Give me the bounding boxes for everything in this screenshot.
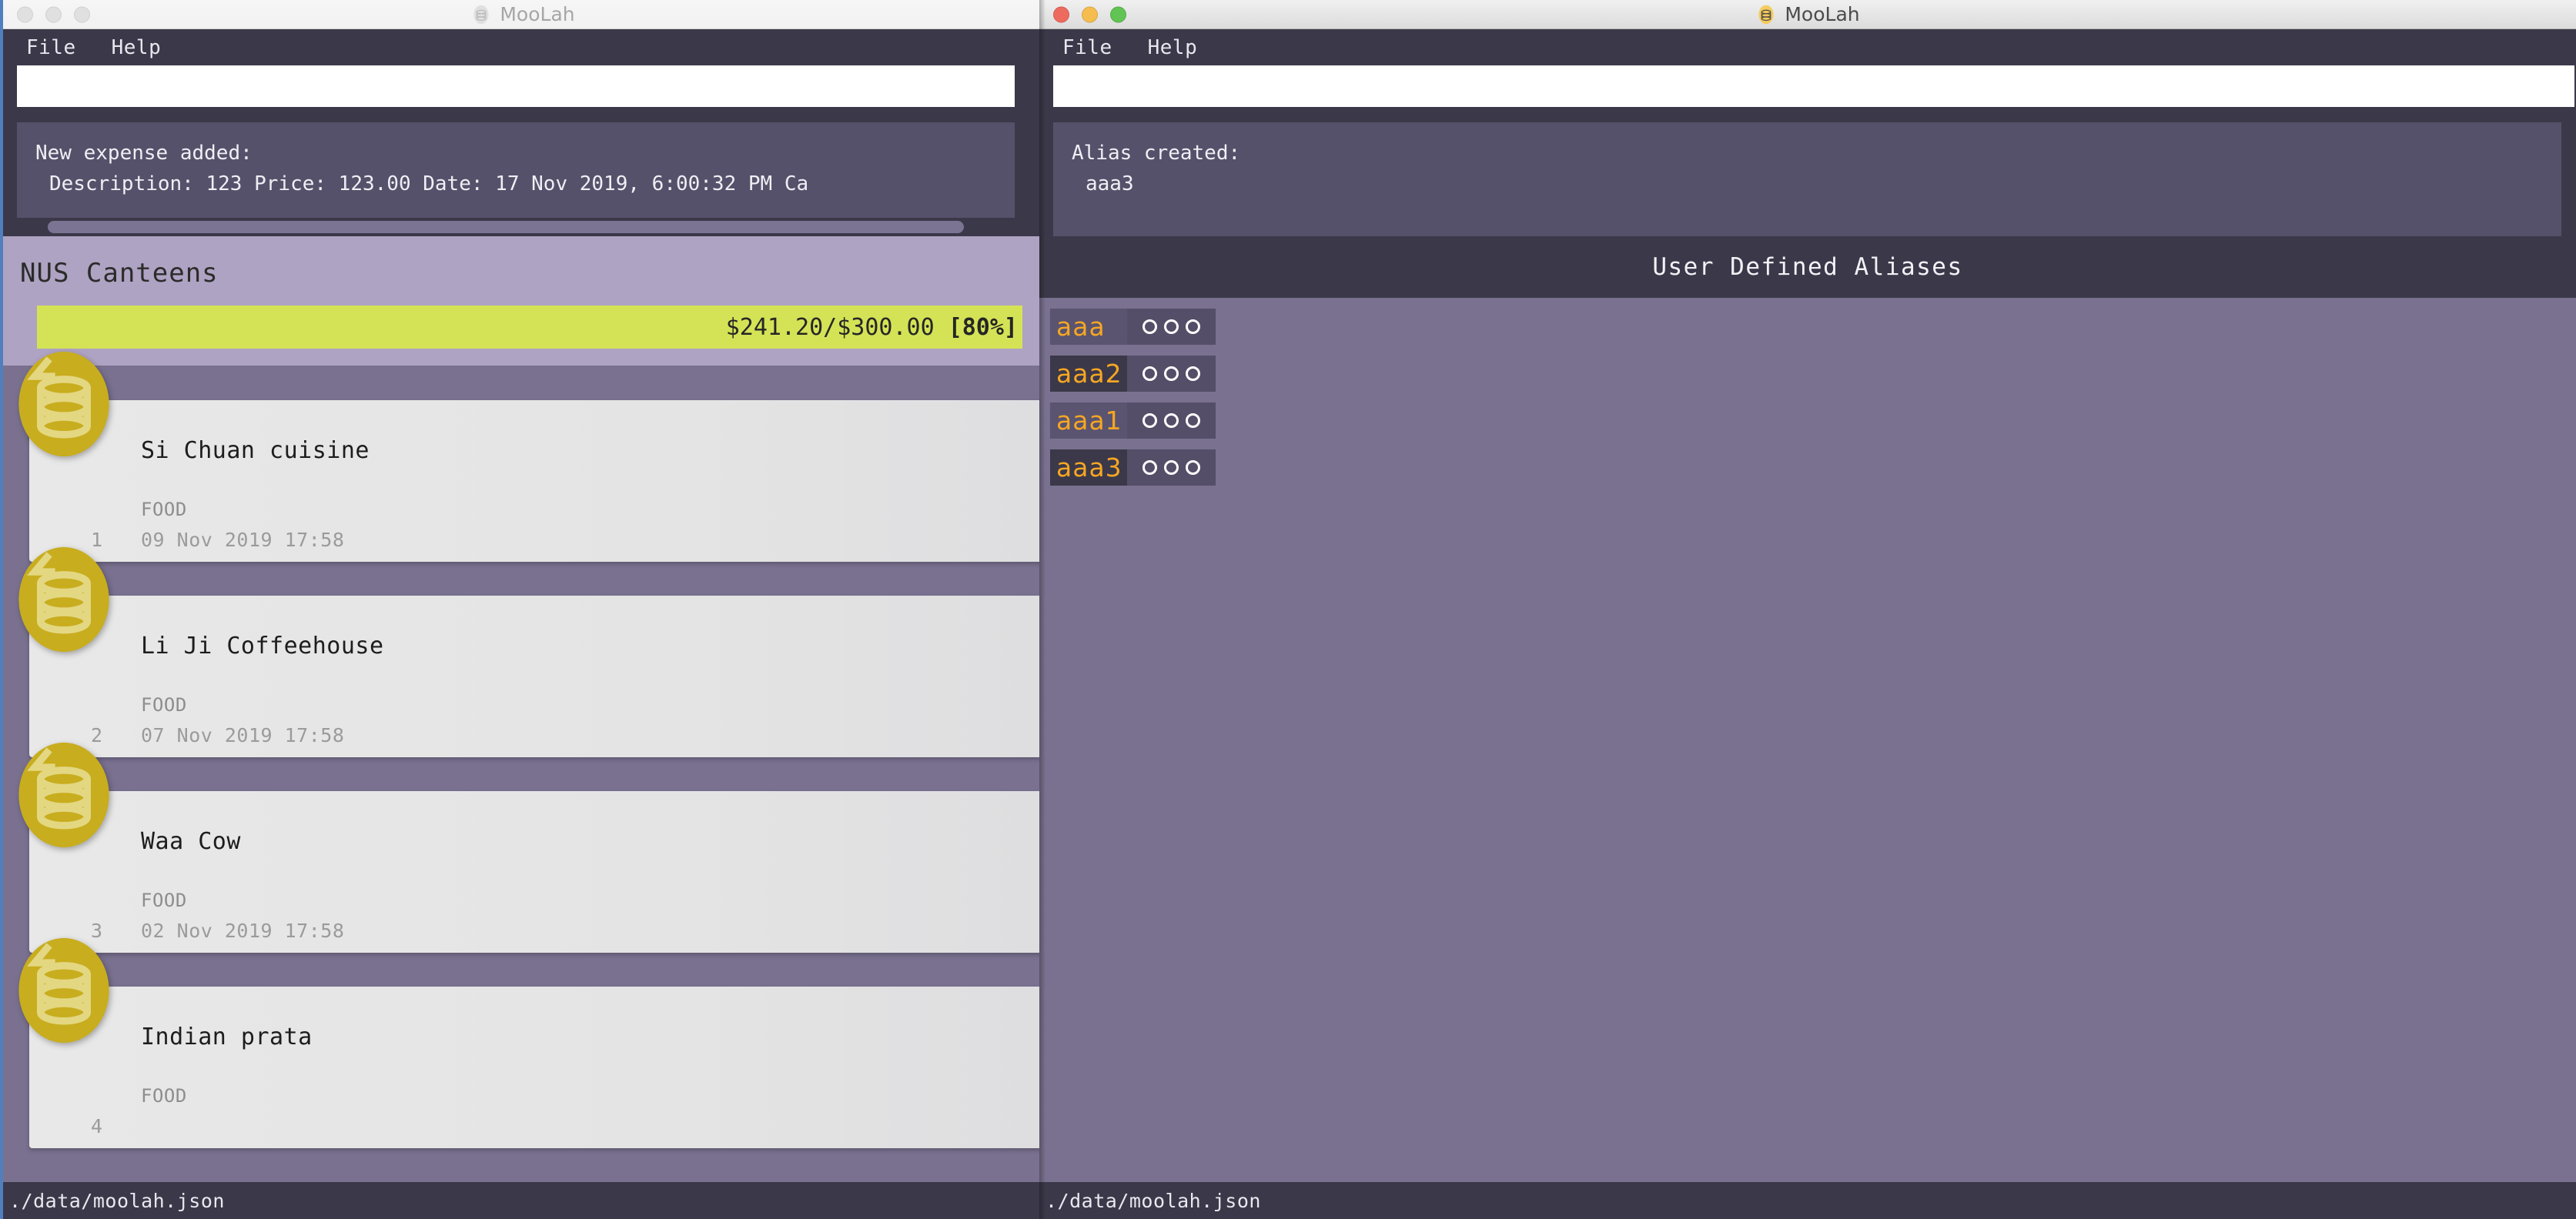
command-input-left[interactable] bbox=[17, 65, 1015, 107]
expense-tag: FOOD bbox=[141, 499, 187, 520]
expense-card[interactable]: Si Chuan cuisine FOOD 1 09 Nov 2019 17:5… bbox=[29, 400, 1042, 562]
menubar-left[interactable]: File Help bbox=[3, 29, 1042, 65]
menu-file-left[interactable]: File bbox=[26, 36, 76, 59]
list-item[interactable]: Waa Cow FOOD 3 02 Nov 2019 17:58 bbox=[3, 756, 1042, 952]
list-item[interactable]: Li Ji Coffeehouse FOOD 2 07 Nov 2019 17:… bbox=[3, 561, 1042, 756]
expense-card[interactable]: Indian prata FOOD 4 bbox=[29, 987, 1042, 1148]
result-hscroll-thumb-left[interactable] bbox=[48, 221, 964, 233]
budget-progress-bar: $241.20/$300.00 [80%] bbox=[37, 306, 1022, 349]
window-left-moolah[interactable]: MooLah File Help New expense added: Descr… bbox=[0, 0, 1042, 1219]
expense-tag: FOOD bbox=[141, 1085, 187, 1107]
circle-icon bbox=[1186, 413, 1200, 428]
statusbar-left: ./data/moolah.json bbox=[3, 1182, 1042, 1219]
alias-panel-header: User Defined Aliases bbox=[1039, 236, 2576, 298]
list-item[interactable]: aaa2 bbox=[1050, 356, 1216, 392]
result-hscrollbar-left[interactable] bbox=[17, 218, 1015, 236]
expense-name: Li Ji Coffeehouse bbox=[141, 633, 384, 660]
alias-options-button[interactable] bbox=[1127, 356, 1216, 392]
coin-stack-icon bbox=[17, 350, 111, 458]
expense-date: 09 Nov 2019 17:58 bbox=[141, 529, 344, 551]
alias-options-button[interactable] bbox=[1127, 449, 1216, 486]
circle-icon bbox=[1142, 413, 1157, 428]
expense-index: 4 bbox=[91, 1115, 102, 1137]
save-location-right: ./data/moolah.json bbox=[1045, 1190, 1261, 1212]
circle-icon bbox=[1164, 460, 1179, 475]
expense-tag: FOOD bbox=[141, 694, 187, 716]
menubar-right[interactable]: File Help bbox=[1039, 29, 2576, 65]
coin-stack-icon bbox=[17, 546, 111, 653]
coin-stack-icon bbox=[17, 741, 111, 849]
expense-date: 07 Nov 2019 17:58 bbox=[141, 724, 344, 746]
window-title-left: MooLah bbox=[3, 3, 1042, 25]
window-title-right: MooLah bbox=[1039, 3, 2576, 25]
coin-stack-icon bbox=[17, 937, 111, 1044]
circle-icon bbox=[1142, 319, 1157, 334]
list-item[interactable]: aaa1 bbox=[1050, 402, 1216, 439]
result-display-left[interactable]: New expense added: Description: 123 Price… bbox=[17, 122, 1015, 236]
result-line-1-right: Alias created: bbox=[1072, 142, 1240, 165]
budget-title: NUS Canteens bbox=[20, 258, 1042, 289]
menu-help-right[interactable]: Help bbox=[1148, 36, 1198, 59]
expense-name: Indian prata bbox=[141, 1024, 313, 1050]
circle-icon bbox=[1164, 319, 1179, 334]
window-title-left-text: MooLah bbox=[500, 3, 574, 25]
list-item[interactable]: aaa3 bbox=[1050, 449, 1216, 486]
budget-percent-label: [80%] bbox=[948, 314, 1018, 341]
result-display-wrap-right: Alias created: aaa3 bbox=[1039, 107, 2576, 236]
expense-panel-header: NUS Canteens $241.20/$300.00 [80%] bbox=[3, 236, 1042, 366]
titlebar-left[interactable]: MooLah bbox=[3, 0, 1042, 29]
circle-icon bbox=[1142, 460, 1157, 475]
result-display-wrap-left: New expense added: Description: 123 Price… bbox=[3, 107, 1042, 236]
list-item[interactable]: aaa bbox=[1050, 309, 1216, 345]
alias-panel-title: User Defined Aliases bbox=[1652, 253, 1962, 281]
alias-options-button[interactable] bbox=[1127, 402, 1216, 439]
result-line-2-left: Description: 123 Price: 123.00 Date: 17 … bbox=[35, 172, 808, 195]
circle-icon bbox=[1164, 413, 1179, 428]
alias-list[interactable]: aaa aaa2 aaa1 bbox=[1039, 298, 2576, 486]
coin-stack-icon bbox=[1755, 4, 1777, 25]
alias-name: aaa1 bbox=[1050, 402, 1127, 439]
window-title-right-text: MooLah bbox=[1785, 3, 1859, 25]
titlebar-right[interactable]: MooLah bbox=[1039, 0, 2576, 29]
circle-icon bbox=[1186, 319, 1200, 334]
desktop: MooLah File Help New expense added: Descr… bbox=[0, 0, 2576, 1219]
menu-file-right[interactable]: File bbox=[1062, 36, 1112, 59]
alias-name: aaa bbox=[1050, 309, 1127, 345]
list-item[interactable]: Si Chuan cuisine FOOD 1 09 Nov 2019 17:5… bbox=[3, 366, 1042, 561]
circle-icon bbox=[1186, 366, 1200, 381]
expense-card[interactable]: Li Ji Coffeehouse FOOD 2 07 Nov 2019 17:… bbox=[29, 596, 1042, 757]
command-input-right[interactable] bbox=[1053, 65, 2574, 107]
menu-help-left[interactable]: Help bbox=[112, 36, 162, 59]
alias-options-button[interactable] bbox=[1127, 309, 1216, 345]
expense-date: 02 Nov 2019 17:58 bbox=[141, 920, 344, 942]
alias-name: aaa2 bbox=[1050, 356, 1127, 392]
command-box-wrap-left bbox=[3, 65, 1042, 107]
budget-amount-text: $241.20/$300.00 bbox=[726, 314, 948, 341]
result-display-right[interactable]: Alias created: aaa3 bbox=[1053, 122, 2561, 236]
alias-panel: User Defined Aliases aaa aaa2 bbox=[1039, 236, 2576, 1197]
window-right-moolah[interactable]: MooLah File Help Alias created: aaa3 User… bbox=[1039, 0, 2576, 1219]
coin-stack-icon bbox=[470, 4, 492, 25]
expense-tag: FOOD bbox=[141, 890, 187, 911]
list-item[interactable]: Indian prata FOOD 4 bbox=[3, 952, 1042, 1147]
statusbar-right: ./data/moolah.json bbox=[1039, 1182, 2576, 1219]
circle-icon bbox=[1164, 366, 1179, 381]
expense-name: Waa Cow bbox=[141, 828, 241, 855]
save-location-left: ./data/moolah.json bbox=[9, 1190, 225, 1212]
expense-list[interactable]: Si Chuan cuisine FOOD 1 09 Nov 2019 17:5… bbox=[3, 366, 1042, 1147]
circle-icon bbox=[1186, 460, 1200, 475]
alias-name: aaa3 bbox=[1050, 449, 1127, 486]
result-line-1-left: New expense added: bbox=[35, 142, 253, 165]
result-line-2-right: aaa3 bbox=[1072, 172, 1134, 195]
command-box-wrap-right bbox=[1039, 65, 2576, 107]
expense-name: Si Chuan cuisine bbox=[141, 437, 370, 464]
circle-icon bbox=[1142, 366, 1157, 381]
expense-panel: NUS Canteens $241.20/$300.00 [80%] Si Ch… bbox=[3, 236, 1042, 1197]
budget-amount-label: $241.20/$300.00 [80%] bbox=[726, 314, 1022, 341]
expense-card[interactable]: Waa Cow FOOD 3 02 Nov 2019 17:58 bbox=[29, 791, 1042, 953]
